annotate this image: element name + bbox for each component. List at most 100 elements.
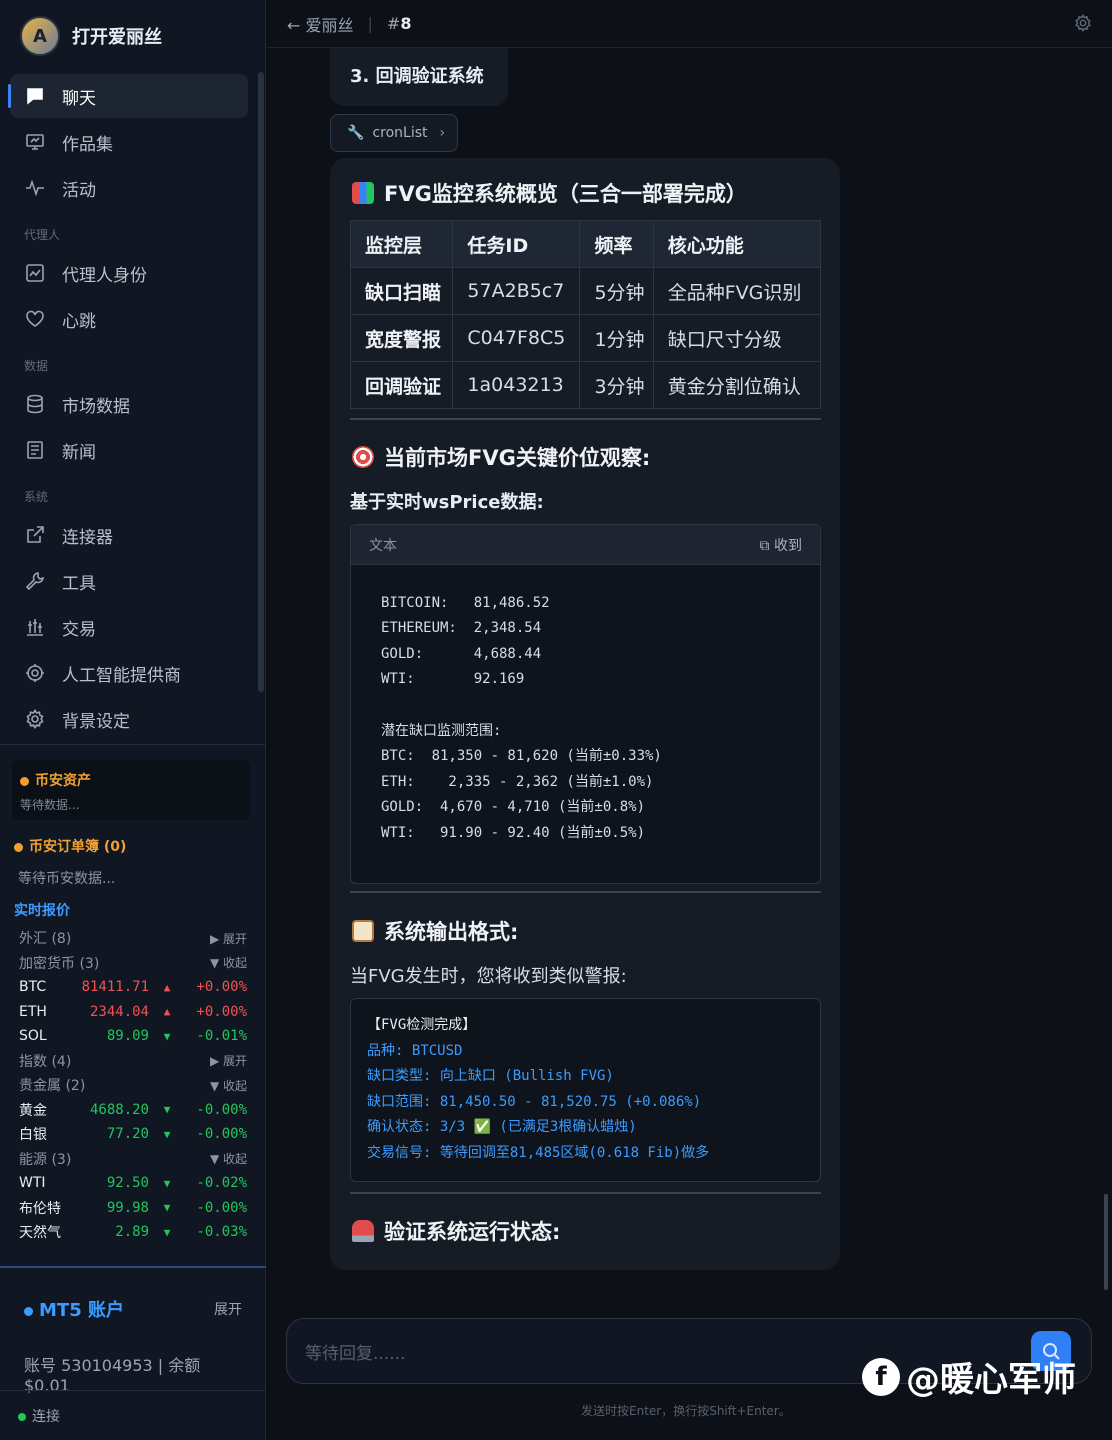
nav-section-agent: 代理人: [24, 228, 61, 242]
sidebar-item-portfolio[interactable]: 作品集: [10, 120, 248, 164]
category-label: 能源 (3): [19, 1151, 72, 1168]
sidebar-item-connectors[interactable]: 连接器: [10, 513, 248, 557]
quote-symbol: SOL: [19, 1028, 47, 1045]
hash-sign: #: [386, 14, 401, 33]
divider: [350, 891, 821, 893]
quote-row[interactable]: 天然气 2.89 ▼ -0.03%: [19, 1220, 247, 1245]
quote-change: +0.00%: [196, 1003, 247, 1020]
quote-price: 2344.04: [89, 1003, 149, 1020]
quote-row[interactable]: 黄金 4688.20 ▼ -0.00%: [19, 1098, 247, 1123]
heart-icon: [24, 308, 46, 330]
connection-status[interactable]: 连接: [18, 1406, 60, 1426]
code-language-label: 文本: [369, 537, 397, 554]
binance-assets-panel: 币安资产 等待数据...: [12, 760, 250, 820]
table-cell: 57A2B5c7: [452, 267, 581, 315]
heading-text: FVG监控系统概览（三合一部署完成）: [384, 182, 747, 206]
sidebar-item-label: 人工智能提供商: [62, 665, 181, 686]
quote-row[interactable]: SOL 89.09 ▼ -0.01%: [19, 1024, 247, 1049]
newspaper-icon: [24, 439, 46, 461]
table-cell: 5分钟: [579, 267, 654, 315]
brand[interactable]: A 打开爱丽丝: [0, 0, 265, 72]
target-icon: [352, 446, 374, 468]
settings-gear-icon[interactable]: [1074, 14, 1092, 32]
chat-scrollbar[interactable]: [1104, 1194, 1108, 1290]
sidebar-scrollbar[interactable]: [258, 72, 264, 692]
mt5-expand-button[interactable]: 展开: [214, 1299, 242, 1319]
quote-category-index[interactable]: 指数 (4) ▶ 展开: [19, 1049, 247, 1074]
heading-text: 当前市场FVG关键价位观察:: [384, 446, 651, 470]
collapse-toggle[interactable]: ▼ 收起: [210, 954, 247, 971]
table-cell: 黄金分割位确认: [652, 361, 822, 409]
quote-change: -0.00%: [196, 1126, 247, 1143]
previous-message-bubble: 3. 回调验证系统: [330, 48, 508, 106]
status-dot: [18, 1413, 26, 1421]
sidebar-item-label: 交易: [62, 619, 96, 640]
sidebar-item-label: 工具: [62, 573, 96, 594]
facebook-icon: f: [862, 1357, 900, 1396]
chevron-right-icon: ›: [439, 125, 446, 141]
expand-toggle[interactable]: ▶ 展开: [210, 1052, 247, 1069]
sidebar-item-tools[interactable]: 工具: [10, 559, 248, 603]
collapse-toggle[interactable]: ▼ 收起: [210, 1150, 247, 1167]
chat-number: #8: [387, 14, 412, 33]
sidebar-item-news[interactable]: 新闻: [10, 428, 248, 472]
arrow-down-icon: ▼: [163, 1103, 171, 1117]
sidebar-item-background[interactable]: 背景设定: [10, 697, 248, 741]
image-chart-icon: [24, 262, 46, 284]
quote-category-energy[interactable]: 能源 (3) ▼ 收起: [19, 1147, 247, 1172]
quote-row[interactable]: 白银 77.20 ▼ -0.00%: [19, 1122, 247, 1147]
collapse-toggle[interactable]: ▼ 收起: [210, 1077, 247, 1094]
chat-number-value: 8: [400, 14, 412, 33]
connection-label: 连接: [32, 1409, 60, 1425]
tool-call-chip[interactable]: 🔧 cronList ›: [330, 114, 458, 152]
sidebar-item-chat[interactable]: 聊天: [8, 74, 248, 118]
sidebar-item-agent-identity[interactable]: 代理人身份: [10, 251, 248, 295]
divider: [0, 1266, 266, 1268]
quote-row[interactable]: BTC 81411.71 ▲ +0.00%: [19, 975, 247, 1000]
table-cell: 回调验证: [349, 361, 454, 409]
sidebar-item-ai-providers[interactable]: 人工智能提供商: [10, 651, 248, 695]
table-cell: 缺口扫瞄: [349, 267, 454, 315]
quote-category-forex[interactable]: 外汇 (8) ▶ 展开: [19, 926, 247, 951]
quote-row[interactable]: 布伦特 99.98 ▼ -0.00%: [19, 1196, 247, 1221]
expand-toggle[interactable]: ▶ 展开: [210, 930, 247, 947]
sidebar-item-market-data[interactable]: 市场数据: [10, 382, 248, 426]
divider: [350, 1192, 821, 1194]
back-button[interactable]: ← 爱丽丝: [287, 12, 354, 36]
quote-category-crypto[interactable]: 加密货币 (3) ▼ 收起: [19, 951, 247, 976]
arrow-down-icon: ▼: [163, 1176, 171, 1190]
sidebar-item-label: 连接器: [62, 527, 113, 548]
quote-change: -0.02%: [196, 1175, 247, 1192]
table-cell: 缺口尺寸分级: [652, 314, 822, 362]
quote-change: -0.00%: [196, 1199, 247, 1216]
assistant-message: FVG监控系统概览（三合一部署完成） 监控层 任务ID 频率 核心功能 缺口扫瞄…: [330, 158, 840, 1270]
format-heading: 系统输出格式:: [352, 916, 518, 946]
orderbook-status: 等待币安数据...: [18, 871, 116, 887]
status-heading: 验证系统运行状态:: [352, 1216, 560, 1246]
collapse-button[interactable]: ⧉ 收到: [760, 535, 802, 555]
quote-price: 2.89: [115, 1224, 149, 1241]
watermark: f @暖心军师: [862, 1352, 1076, 1401]
sidebar-item-label: 背景设定: [62, 711, 130, 732]
nav-section-system: 系统: [24, 490, 49, 504]
overview-heading: FVG监控系统概览（三合一部署完成）: [352, 178, 747, 208]
category-label: 外汇 (8): [19, 931, 72, 948]
sidebar-item-heartbeat[interactable]: 心跳: [10, 297, 248, 341]
copy-icon: ⧉: [759, 537, 770, 554]
sidebar-item-label: 代理人身份: [62, 265, 147, 286]
back-label: 爱丽丝: [305, 15, 354, 35]
arrow-up-icon: ▲: [163, 1005, 171, 1019]
clipboard-icon: [352, 920, 374, 942]
table-cell: 全品种FVG识别: [652, 267, 822, 315]
table-row: 缺口扫瞄 57A2B5c7 5分钟 全品种FVG识别: [349, 267, 822, 315]
divider: [350, 418, 821, 420]
status-dot: [20, 776, 29, 786]
code-block: 文本 ⧉ 收到 BITCOIN: 81,486.52 ETHEREUM: 2,3…: [350, 524, 821, 884]
quote-row[interactable]: ETH 2344.04 ▲ +0.00%: [19, 1000, 247, 1025]
quote-category-metals[interactable]: 贵金属 (2) ▼ 收起: [19, 1073, 247, 1098]
table-row: 回调验证 1a043213 3分钟 黄金分割位确认: [349, 361, 822, 409]
tool-name: cronList: [372, 125, 428, 141]
quote-row[interactable]: WTI 92.50 ▼ -0.02%: [19, 1171, 247, 1196]
sidebar-item-activity[interactable]: 活动: [10, 166, 248, 210]
sidebar-item-trading[interactable]: 交易: [10, 605, 248, 649]
